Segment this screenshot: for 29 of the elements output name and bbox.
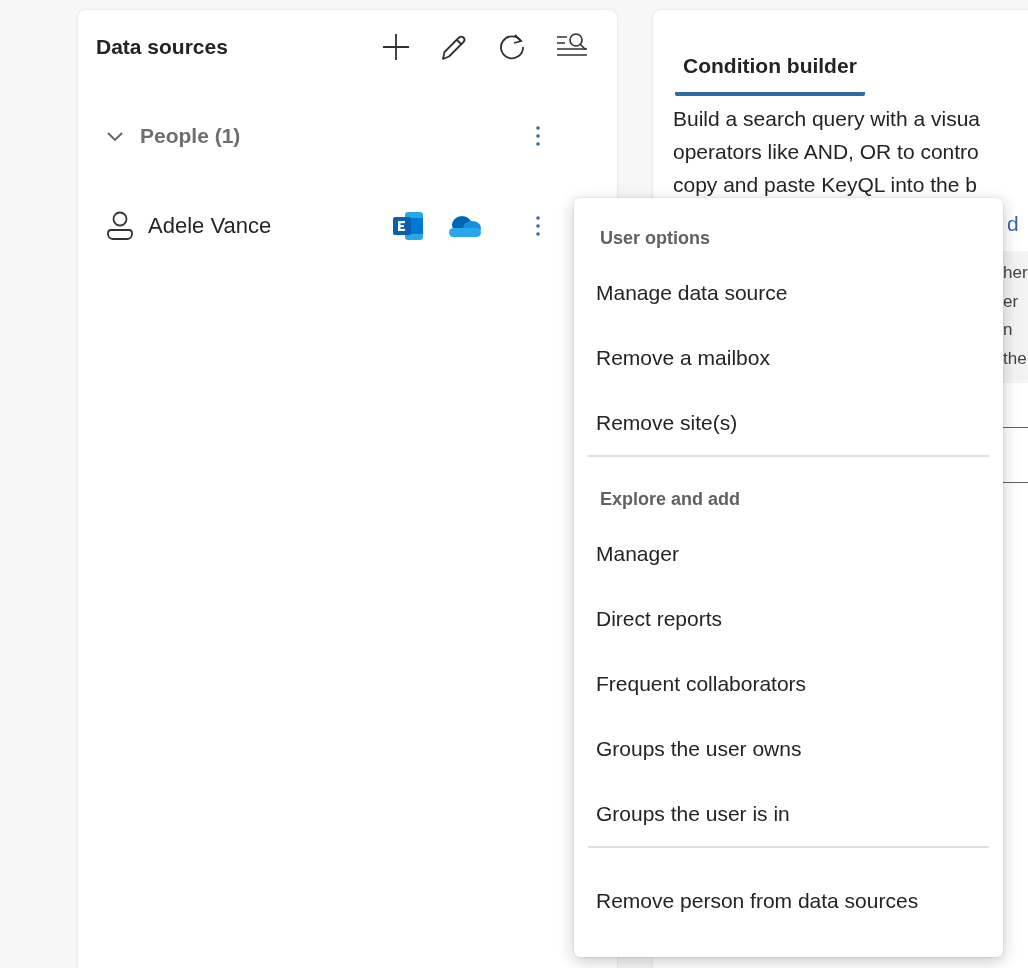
menu-item[interactable]: Frequent collaborators xyxy=(588,651,989,716)
menu-item[interactable]: Manager xyxy=(588,521,989,586)
menu-item[interactable]: Remove site(s) xyxy=(588,390,989,455)
more-icon[interactable] xyxy=(535,125,541,147)
add-icon[interactable] xyxy=(381,32,411,62)
menu-item[interactable]: Groups the user owns xyxy=(588,716,989,781)
description-text: operators like AND, OR to contro xyxy=(673,139,980,165)
info-text: n xyxy=(1003,319,1014,341)
more-icon[interactable] xyxy=(535,215,541,237)
menu-item[interactable]: Groups the user is in xyxy=(588,781,989,846)
menu-item[interactable]: Remove a mailbox xyxy=(588,325,989,390)
description-text: Build a search query with a visua xyxy=(673,106,981,132)
menu-item[interactable]: Manage data source xyxy=(588,260,989,325)
person-name[interactable]: Adele Vance xyxy=(148,213,391,239)
menu-header: Explore and add xyxy=(599,488,742,511)
menu-header: User options xyxy=(599,227,711,250)
info-text: er xyxy=(1003,290,1020,313)
tab[interactable]: Condition builder xyxy=(675,50,865,96)
info-text: the xyxy=(1003,347,1028,370)
group-label[interactable]: People (1) xyxy=(140,124,535,148)
mail-app-icon xyxy=(391,212,425,240)
person-icon xyxy=(106,211,134,241)
description-text: copy and paste KeyQL into the b xyxy=(673,172,978,198)
refresh-icon[interactable] xyxy=(497,32,527,62)
chevron-icon[interactable] xyxy=(106,130,124,142)
panel-title: Data sources xyxy=(96,35,229,59)
menu-item[interactable]: Remove person from data sources xyxy=(588,868,989,933)
menu-item[interactable]: Direct reports xyxy=(588,586,989,651)
info-text: her xyxy=(1003,262,1028,284)
